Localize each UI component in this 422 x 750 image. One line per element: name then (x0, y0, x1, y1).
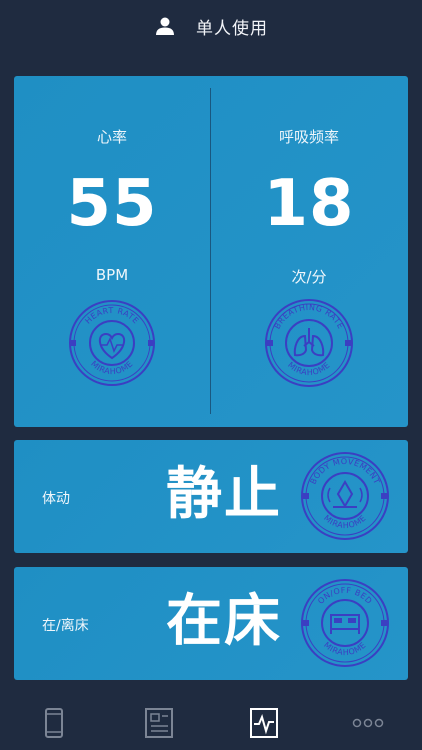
bed-badge-icon: ON/OFF BED MIRAHOME (301, 579, 389, 667)
tab-more[interactable] (352, 706, 384, 740)
tab-report[interactable] (143, 706, 175, 740)
lungs-badge-icon: BREATHING RATE MIRAHOME (265, 299, 353, 387)
svg-text:MIRAHOME: MIRAHOME (322, 640, 368, 657)
monitor-icon (250, 708, 278, 738)
breathing-rate-label: 呼吸频率 (278, 128, 339, 146)
tab-device[interactable] (38, 706, 70, 740)
bed-status-card: 在/离床 在床 ON/OFF BED MIRAHOME (14, 567, 408, 680)
heart-rate-badge-icon: HEART RATE MIRAHOME (69, 300, 155, 386)
svg-text:BREATHING RATE: BREATHING RATE (273, 303, 346, 331)
body-movement-value: 静止 (166, 462, 282, 527)
more-icon (352, 718, 384, 728)
tab-bar (0, 690, 422, 750)
heart-rate-label: 心率 (96, 128, 127, 146)
tab-monitor[interactable] (248, 706, 280, 740)
body-movement-card: 体动 静止 BODY MOVEMENT MIRAHOME (14, 440, 408, 553)
svg-text:MIRAHOME: MIRAHOME (286, 360, 332, 377)
svg-text:MIRAHOME: MIRAHOME (89, 359, 135, 376)
body-movement-label: 体动 (42, 491, 70, 507)
bed-status-label: 在/离床 (42, 618, 89, 634)
breathing-rate-value: 18 (263, 167, 355, 241)
svg-text:MIRAHOME: MIRAHOME (322, 513, 368, 530)
bed-status-value: 在床 (166, 589, 282, 654)
heart-rate-panel: 心率 55 BPM HEART RATE MIRAHOME (14, 76, 210, 427)
body-movement-badge-icon: BODY MOVEMENT MIRAHOME (301, 452, 389, 540)
page-title: 单人使用 (196, 18, 268, 39)
heart-rate-unit: BPM (95, 266, 129, 284)
svg-text:ON/OFF BED: ON/OFF BED (316, 586, 374, 606)
person-icon[interactable] (154, 15, 176, 37)
svg-text:HEART RATE: HEART RATE (83, 306, 140, 326)
phone-icon (45, 708, 63, 738)
breathing-rate-panel: 呼吸频率 18 次/分 BREATHING RATE MIRAHOME (211, 76, 407, 427)
heart-rate-value: 55 (66, 167, 158, 241)
breathing-rate-unit: 次/分 (291, 268, 327, 286)
header: 单人使用 (0, 0, 422, 52)
report-icon (145, 708, 173, 738)
vitals-card: 心率 55 BPM HEART RATE MIRAHOME 呼吸频率 18 次/… (14, 76, 408, 427)
